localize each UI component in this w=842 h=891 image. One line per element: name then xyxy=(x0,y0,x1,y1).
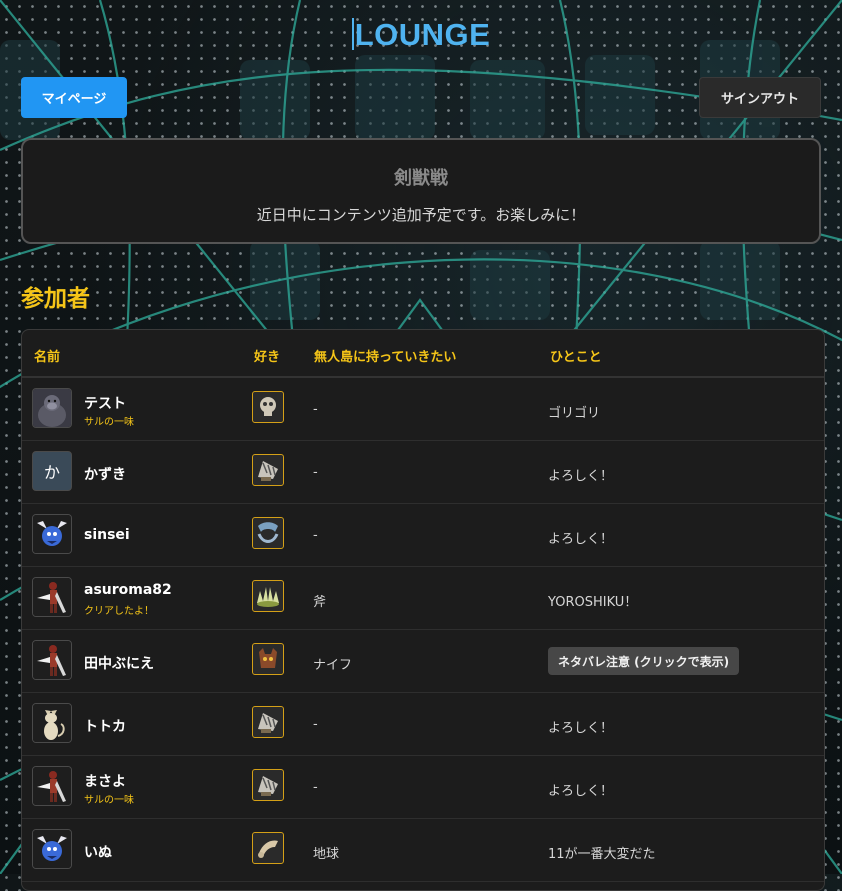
page-title: LOUNGE xyxy=(0,17,842,53)
table-header: 名前 好き 無人島に持っていきたい ひとこと xyxy=(22,330,824,378)
notice-panel: 剣獣戦 近日中にコンテンツ追加予定です。お楽しみに！ xyxy=(21,138,821,244)
island-item: ナイフ xyxy=(313,658,353,673)
participant-name[interactable]: いぬ xyxy=(84,842,112,862)
column-header-island: 無人島に持っていきたい xyxy=(314,350,457,365)
column-header-comment: ひとこと xyxy=(550,350,602,365)
avatar[interactable] xyxy=(32,829,72,869)
beast-icon xyxy=(252,517,284,549)
island-item: - xyxy=(313,780,318,795)
notice-title: 剣獣戦 xyxy=(394,168,448,189)
participant-name[interactable]: まさよ xyxy=(84,771,126,791)
spoiler-reveal-button[interactable]: ネタバレ注意 (クリックで表示) xyxy=(548,647,740,675)
table-row: asuroma82 クリアしたよ！ 斧 YOROSHIKU！ xyxy=(22,567,824,630)
notice-text: 近日中にコンテンツ追加予定です。お楽しみに！ xyxy=(256,206,586,224)
participant-tag: サルの一味 xyxy=(84,795,134,806)
avatar[interactable] xyxy=(32,703,72,743)
table-row: テストサルの一味 - ゴリゴリ xyxy=(22,378,824,441)
table-row: まさよサルの一味 - よろしく！ xyxy=(22,756,824,819)
table-row: トトカ - よろしく！ xyxy=(22,693,824,756)
avatar[interactable] xyxy=(32,640,72,680)
participant-comment: よろしく！ xyxy=(548,721,614,736)
participant-name[interactable]: トトカ xyxy=(84,716,126,736)
participants-heading: 参加者 xyxy=(21,286,90,312)
participant-comment: ゴリゴリ xyxy=(548,406,601,421)
participant-comment: 11が一番大変だた xyxy=(548,847,656,862)
table-row: 田中ぶにえ ナイフ ネタバレ注意 (クリックで表示) xyxy=(22,630,824,693)
island-item: 斧 xyxy=(313,595,327,610)
avatar[interactable]: か xyxy=(32,451,72,491)
mypage-button[interactable]: マイページ xyxy=(21,77,127,118)
participant-name[interactable]: sinsei xyxy=(84,527,130,543)
island-item: - xyxy=(313,528,318,543)
column-header-name: 名前 xyxy=(34,350,61,365)
participant-comment: よろしく！ xyxy=(548,532,614,547)
table-row: いぬ 地球 11が一番大変だた xyxy=(22,819,824,882)
table-row: sinsei - よろしく！ xyxy=(22,504,824,567)
participant-tag: サルの一味 xyxy=(84,417,134,428)
island-item: 地球 xyxy=(313,847,340,862)
claw-icon xyxy=(252,706,284,738)
spike-icon xyxy=(252,580,284,612)
claw-icon xyxy=(252,769,284,801)
claw-icon xyxy=(252,454,284,486)
participant-name[interactable]: かずき xyxy=(84,464,126,484)
participant-name[interactable]: テスト xyxy=(84,393,126,413)
island-item: - xyxy=(313,402,318,417)
avatar[interactable] xyxy=(32,514,72,554)
avatar[interactable] xyxy=(32,766,72,806)
avatar[interactable] xyxy=(32,577,72,617)
demon-icon xyxy=(252,643,284,675)
participant-name[interactable]: asuroma82 xyxy=(84,582,172,598)
signout-button[interactable]: サインアウト xyxy=(699,77,821,118)
avatar[interactable] xyxy=(32,388,72,428)
participant-name[interactable]: 田中ぶにえ xyxy=(84,653,154,673)
island-item: - xyxy=(313,465,318,480)
island-item: - xyxy=(313,717,318,732)
participant-tag: クリアしたよ！ xyxy=(84,606,154,617)
skull-icon xyxy=(252,391,284,423)
bone-icon xyxy=(252,832,284,864)
participant-comment: YOROSHIKU！ xyxy=(548,595,638,610)
participants-table: 名前 好き 無人島に持っていきたい ひとこと テストサルの一味 - ゴリゴリかかずき… xyxy=(21,329,825,891)
participant-comment: よろしく！ xyxy=(548,784,614,799)
table-row: かかずき - よろしく！ xyxy=(22,441,824,504)
participant-comment: よろしく！ xyxy=(548,469,614,484)
column-header-like: 好き xyxy=(254,350,281,365)
